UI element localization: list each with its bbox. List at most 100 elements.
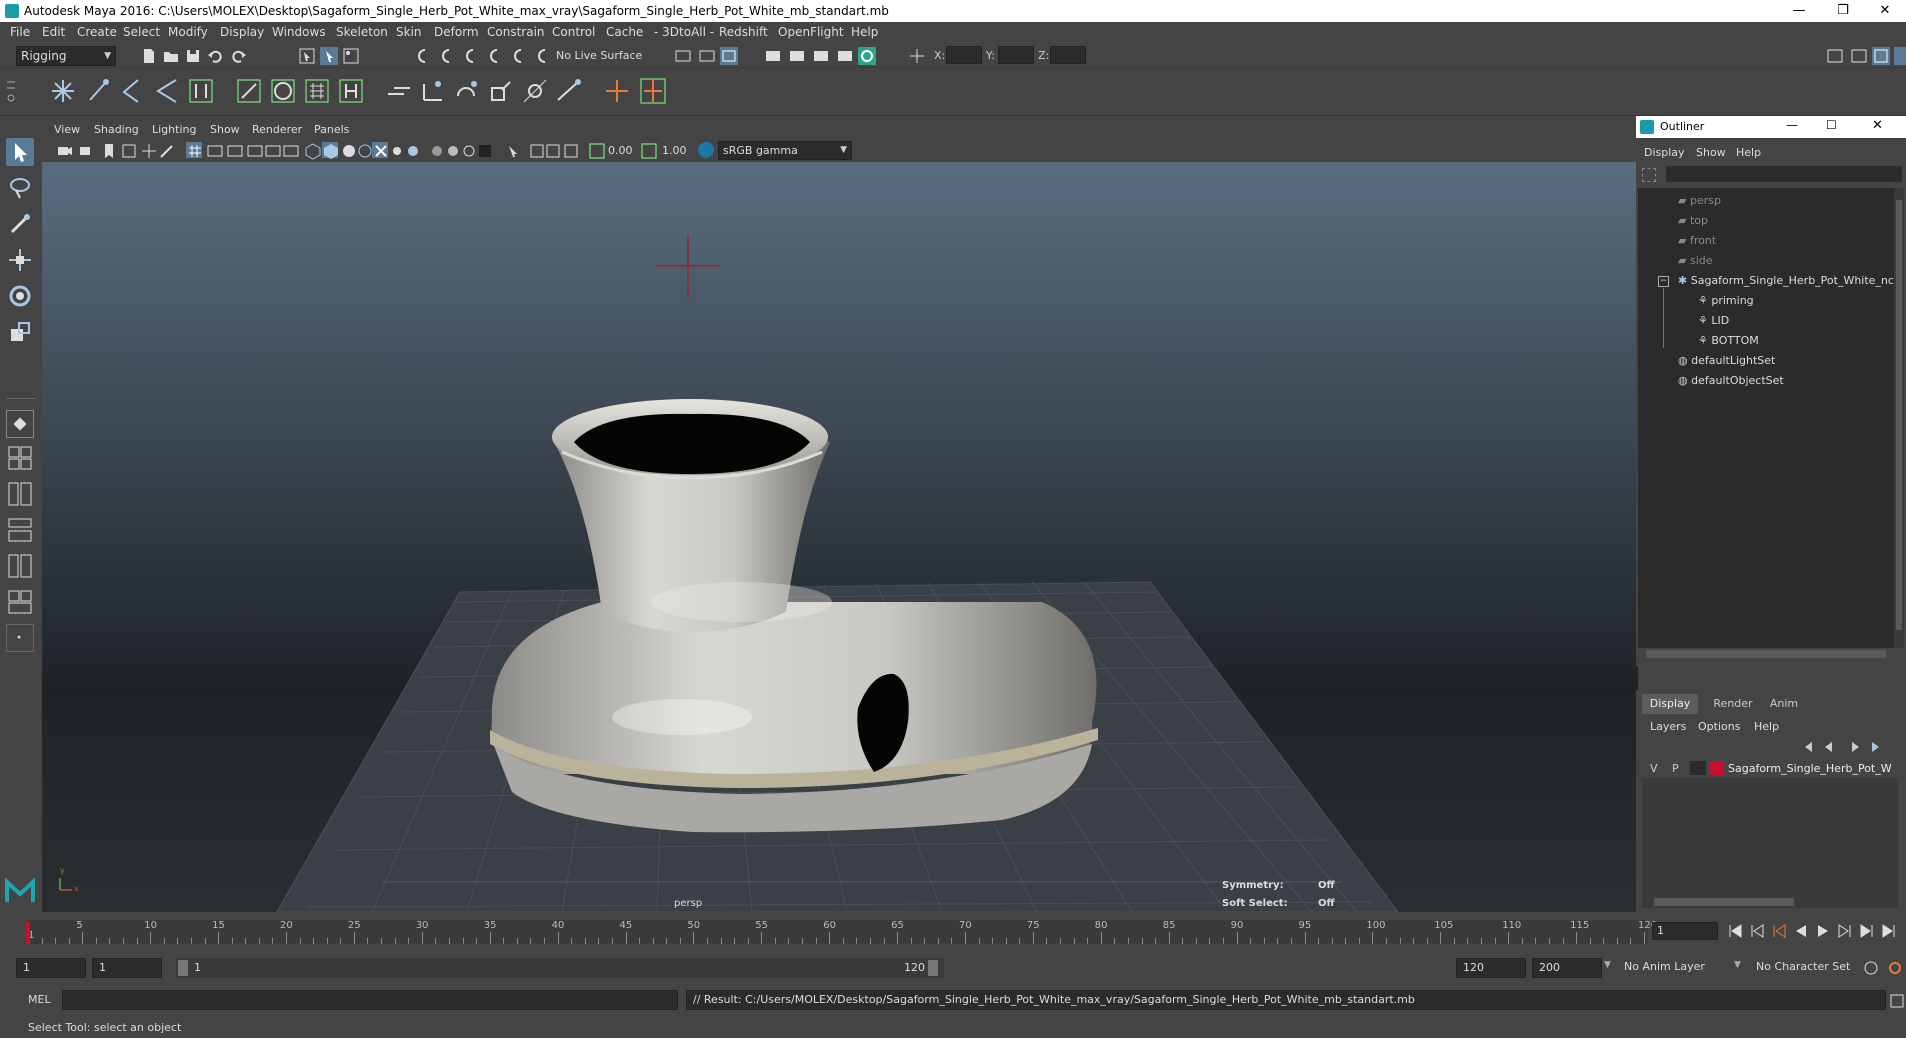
step-back-frame-icon[interactable] <box>1748 922 1764 938</box>
outliner-vertical-scrollbar[interactable] <box>1894 188 1904 648</box>
near-clip-value[interactable]: 0.00 <box>608 144 633 157</box>
persp-hypershade-layout-icon[interactable] <box>6 552 34 580</box>
menu-file[interactable]: File <box>10 25 30 39</box>
layer-row[interactable]: V P Sagaform_Single_Herb_Pot_W <box>1642 758 1898 778</box>
snap-grid-icon[interactable] <box>416 47 434 65</box>
joint-tool-icon[interactable] <box>48 76 78 106</box>
outliner-item-front[interactable]: ▰ front <box>1678 234 1716 247</box>
panel-menu-lighting[interactable]: Lighting <box>152 123 196 136</box>
construction-history-icon[interactable] <box>720 47 738 65</box>
lasso-tool-icon[interactable] <box>6 174 34 202</box>
ik-spline-icon[interactable] <box>116 76 146 106</box>
menu-help[interactable]: Help <box>851 25 878 39</box>
menu-deform[interactable]: Deform <box>434 25 479 39</box>
outliner-close-button[interactable]: ✕ <box>1872 118 1883 133</box>
perspective-viewport[interactable]: persp Symmetry: Off Soft Select: Off x y <box>42 162 1638 912</box>
outliner-item-defaultlightset[interactable]: ◍ defaultLightSet <box>1678 354 1775 367</box>
new-empty-layer-icon[interactable] <box>1844 738 1859 752</box>
move-layer-down-icon[interactable] <box>1822 738 1836 752</box>
backface-culling-icon[interactable] <box>562 142 578 158</box>
range-end-handle[interactable] <box>928 960 938 976</box>
redo-icon[interactable] <box>230 47 248 65</box>
time-slider[interactable]: 1 5 10 15 20 25 30 35 40 45 50 55 60 65 70 75 80 85 90 95 10… <box>0 912 1906 944</box>
menu-display[interactable]: Display <box>220 25 264 39</box>
range-slider-track[interactable]: 1 120 <box>176 958 944 978</box>
command-input[interactable] <box>62 990 678 1010</box>
animation-end-field[interactable]: 200 <box>1532 958 1602 978</box>
snap-surface-icon[interactable] <box>512 47 530 65</box>
snap-point-icon[interactable] <box>464 47 482 65</box>
script-editor-icon[interactable] <box>1888 992 1904 1008</box>
save-scene-icon[interactable] <box>184 47 202 65</box>
current-time-marker[interactable] <box>26 922 30 944</box>
xray-icon[interactable] <box>372 142 388 158</box>
modeling-toolkit-icon[interactable] <box>1826 47 1844 65</box>
select-component-icon[interactable] <box>342 47 360 65</box>
shelf-options-icon[interactable] <box>2 76 20 106</box>
rotate-tool-icon[interactable] <box>6 282 34 310</box>
layer-name[interactable]: Sagaform_Single_Herb_Pot_W <box>1728 762 1892 775</box>
move-layer-up-icon[interactable] <box>1802 738 1816 752</box>
point-constraint-icon[interactable] <box>418 76 448 106</box>
outliner-menu-help[interactable]: Help <box>1736 146 1761 159</box>
layer-visibility-toggle[interactable]: V <box>1650 762 1658 775</box>
far-clip-value[interactable]: 1.00 <box>662 144 687 157</box>
hypershade-icon[interactable] <box>858 47 876 65</box>
insert-joint-icon[interactable] <box>152 76 182 106</box>
panel-menu-panels[interactable]: Panels <box>314 123 349 136</box>
persp-uv-layout-icon[interactable] <box>6 588 34 616</box>
paint-select-tool-icon[interactable] <box>6 210 34 238</box>
grid-toggle-icon[interactable] <box>186 142 202 158</box>
new-scene-icon[interactable] <box>140 47 158 65</box>
set-driven-key-icon[interactable] <box>638 76 668 106</box>
menu-3dtoall[interactable]: - 3DtoAll - <box>654 25 714 39</box>
range-start-handle[interactable] <box>178 960 188 976</box>
z-field[interactable] <box>1050 46 1086 64</box>
multisample-aa-icon[interactable] <box>460 142 476 158</box>
playback-end-field[interactable]: 120 <box>1456 958 1526 978</box>
panel-menu-renderer[interactable]: Renderer <box>252 123 302 136</box>
animation-preferences-icon[interactable] <box>1886 959 1902 975</box>
layer-playback-toggle[interactable]: P <box>1672 762 1679 775</box>
layer-type-toggle[interactable] <box>1690 761 1706 775</box>
close-button[interactable]: ✕ <box>1862 0 1906 22</box>
menu-modify[interactable]: Modify <box>168 25 208 39</box>
orient-constraint-icon[interactable] <box>452 76 482 106</box>
play-forwards-icon[interactable] <box>1814 922 1830 938</box>
menu-skeleton[interactable]: Skeleton <box>336 25 388 39</box>
menu-cache[interactable]: Cache <box>606 25 643 39</box>
chevron-down-icon[interactable]: ▼ <box>1604 960 1611 970</box>
minimize-button[interactable]: — <box>1776 0 1822 22</box>
resolution-gate-icon[interactable] <box>226 142 243 158</box>
tab-display[interactable]: Display <box>1642 694 1698 714</box>
ik-handle-icon[interactable] <box>84 76 114 106</box>
wireframe-on-shaded-icon[interactable] <box>356 142 372 158</box>
undo-icon[interactable] <box>206 47 224 65</box>
menu-control[interactable]: Control <box>552 25 595 39</box>
outliner-item-sagaform-group[interactable]: ✱ Sagaform_Single_Herb_Pot_White_nc <box>1678 274 1894 287</box>
select-object-icon[interactable] <box>320 47 338 65</box>
layer-menu-help[interactable]: Help <box>1754 720 1779 733</box>
aim-constraint-icon[interactable] <box>520 76 550 106</box>
motion-blur-icon[interactable] <box>444 142 460 158</box>
outliner-horizontal-scrollbar[interactable] <box>1646 650 1886 658</box>
lattice-icon[interactable] <box>302 76 332 106</box>
restore-button[interactable]: ❐ <box>1820 0 1866 22</box>
outliner-tree[interactable]: ▰ persp ▰ top ▰ front ▰ side − ✱ Sagafor… <box>1638 188 1894 648</box>
step-forward-frame-icon[interactable] <box>1858 922 1874 938</box>
smooth-shade-icon[interactable] <box>322 142 338 159</box>
panel-menu-view[interactable]: View <box>54 123 80 136</box>
pole-vector-constraint-icon[interactable] <box>554 76 584 106</box>
layer-horizontal-scrollbar[interactable] <box>1654 898 1794 906</box>
four-view-layout-icon[interactable] <box>6 444 34 472</box>
transform-input-icon[interactable] <box>908 47 926 65</box>
menu-constrain[interactable]: Constrain <box>487 25 545 39</box>
outliner-menu-show[interactable]: Show <box>1696 146 1726 159</box>
step-forward-key-icon[interactable] <box>1836 922 1852 938</box>
layer-color-swatch[interactable] <box>1710 761 1724 775</box>
panel-menu-shading[interactable]: Shading <box>94 123 139 136</box>
channel-box-icon[interactable] <box>1872 47 1890 65</box>
menuset-dropdown[interactable]: Rigging ▼ <box>16 46 116 66</box>
outliner-maximize-button[interactable]: ☐ <box>1826 118 1837 132</box>
isolate-select-icon[interactable] <box>504 142 520 158</box>
